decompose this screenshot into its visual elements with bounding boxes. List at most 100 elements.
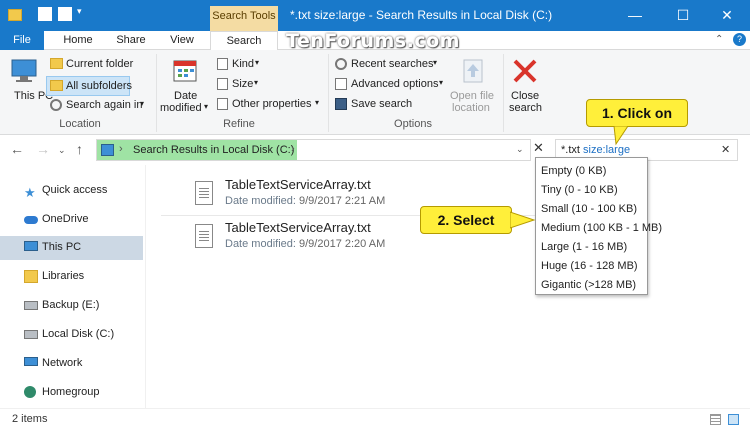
cancel-search-icon[interactable]: ✕	[533, 140, 544, 156]
folders-icon	[50, 80, 63, 91]
computer-icon	[11, 59, 37, 82]
size-option-huge[interactable]: Huge (16 - 128 MB)	[536, 257, 647, 276]
status-bar: 2 items	[0, 408, 750, 430]
drive-icon	[24, 330, 38, 339]
save-search-button[interactable]: Save search	[333, 96, 423, 114]
customize-quick-access-icon[interactable]: ▾	[77, 6, 82, 17]
date-modified-button[interactable]: Date modified ▾	[158, 56, 210, 114]
group-label-location: Location	[59, 118, 101, 130]
network-icon	[24, 357, 38, 366]
text-file-icon	[195, 181, 213, 205]
callout-step-2: 2. Select	[420, 206, 512, 234]
chevron-down-icon: ▾	[140, 99, 145, 108]
collapse-ribbon-icon[interactable]: ⌃	[715, 34, 723, 45]
sidebar-item-homegroup[interactable]: Homegroup	[0, 381, 143, 405]
star-icon: ★	[24, 185, 36, 200]
item-count: 2 items	[12, 413, 48, 425]
address-history-chevron-icon[interactable]: ⌄	[516, 144, 524, 155]
file-date: Date modified: 9/9/2017 2:20 AM	[225, 238, 386, 250]
close-button[interactable]: ✕	[704, 0, 750, 31]
other-properties-button[interactable]: Other properties ▾	[215, 96, 325, 114]
sidebar-item-quick-access[interactable]: ★ Quick access	[0, 179, 143, 203]
large-icons-view-icon[interactable]	[728, 414, 739, 425]
search-results-icon	[101, 144, 114, 156]
size-option-small[interactable]: Small (10 - 100 KB)	[536, 200, 647, 219]
size-option-large[interactable]: Large (1 - 16 MB)	[536, 238, 647, 257]
divider	[328, 54, 329, 132]
kind-button[interactable]: Kind ▾	[215, 56, 265, 74]
divider	[156, 54, 157, 132]
details-view-icon[interactable]	[710, 414, 721, 425]
size-icon	[217, 78, 228, 90]
sidebar-item-libraries[interactable]: Libraries	[0, 265, 143, 289]
folder-icon	[50, 58, 63, 69]
chevron-down-icon: ▾	[204, 102, 209, 111]
all-subfolders-button[interactable]: All subfolders	[46, 76, 132, 96]
recent-searches-button[interactable]: Recent searches ▾	[333, 56, 443, 74]
homegroup-icon	[24, 386, 36, 398]
folder-icon	[8, 9, 22, 21]
file-list: TableTextServiceArray.txt Date modified:…	[147, 165, 750, 408]
sidebar-item-local-disk[interactable]: Local Disk (C:)	[0, 323, 143, 347]
watermark: TenForums.com	[286, 30, 460, 52]
file-date: Date modified: 9/9/2017 2:21 AM	[225, 195, 386, 207]
callout-step-1: 1. Click on	[586, 99, 688, 127]
chevron-down-icon: ▾	[254, 78, 259, 87]
size-option-medium[interactable]: Medium (100 KB - 1 MB)	[536, 219, 662, 238]
minimize-button[interactable]: —	[612, 0, 658, 31]
text-file-icon	[195, 224, 213, 248]
drive-icon	[24, 301, 38, 310]
size-filter-dropdown: Empty (0 KB) Tiny (0 - 10 KB) Small (10 …	[535, 157, 662, 295]
window-title: *.txt size:large - Search Results in Loc…	[290, 8, 553, 22]
recent-locations-chevron-icon[interactable]: ⌄	[58, 145, 66, 156]
sidebar-item-onedrive[interactable]: OneDrive	[0, 208, 143, 232]
size-option-gigantic[interactable]: Gigantic (>128 MB)	[536, 276, 647, 295]
close-search-button[interactable]: Close search	[506, 56, 544, 114]
sidebar-item-backup[interactable]: Backup (E:)	[0, 294, 143, 318]
open-file-location-button[interactable]: Open file location	[448, 56, 498, 114]
advanced-options-icon	[335, 78, 347, 90]
properties-icon[interactable]	[38, 7, 52, 21]
libraries-icon	[24, 270, 38, 283]
sidebar-item-label: Homegroup	[42, 386, 100, 398]
maximize-button[interactable]: ☐	[660, 0, 706, 31]
help-icon[interactable]: ?	[733, 33, 746, 46]
divider	[145, 165, 146, 408]
tab-share[interactable]: Share	[110, 31, 152, 50]
tab-home[interactable]: Home	[56, 31, 100, 50]
tab-search[interactable]: Search	[210, 31, 278, 51]
size-option-tiny[interactable]: Tiny (0 - 10 KB)	[536, 181, 647, 200]
size-button[interactable]: Size ▾	[215, 76, 265, 94]
title-bar: ▾ Search Tools *.txt size:large - Search…	[0, 0, 750, 31]
sidebar-item-label: Network	[42, 357, 83, 369]
current-folder-button[interactable]: Current folder	[48, 56, 138, 74]
file-name: TableTextServiceArray.txt	[225, 220, 371, 235]
save-icon	[335, 98, 347, 110]
search-again-in-button[interactable]: Search again in ▾	[48, 97, 148, 115]
advanced-options-button[interactable]: Advanced options ▾	[333, 76, 448, 94]
search-icon	[50, 99, 62, 111]
this-pc-button[interactable]: This PC	[6, 56, 53, 114]
clear-search-icon[interactable]: ✕	[721, 143, 730, 156]
navigation-pane: ★ Quick access OneDrive This PC Librarie…	[0, 165, 145, 408]
back-button[interactable]: ←	[10, 141, 24, 157]
group-label-options: Options	[394, 118, 432, 130]
sidebar-item-network[interactable]: Network	[0, 352, 143, 376]
sidebar-item-this-pc[interactable]: This PC	[0, 236, 143, 260]
clock-icon	[335, 58, 347, 70]
file-name: TableTextServiceArray.txt	[225, 177, 371, 192]
size-option-empty[interactable]: Empty (0 KB)	[536, 162, 647, 181]
tab-file[interactable]: File	[0, 31, 44, 50]
sidebar-item-label: Quick access	[42, 184, 108, 196]
up-button[interactable]: ↑	[76, 141, 83, 157]
address-bar[interactable]: › Search Results in Local Disk (C:) › ⌄	[96, 139, 531, 161]
forward-button[interactable]: →	[36, 141, 50, 157]
sidebar-item-label: OneDrive	[42, 213, 89, 225]
search-query-text: *.txt	[561, 144, 584, 156]
breadcrumb[interactable]: Search Results in Local Disk (C:)	[133, 144, 294, 156]
search-tools-context-label: Search Tools	[210, 6, 278, 31]
chevron-down-icon: ▾	[255, 58, 260, 67]
tab-view[interactable]: View	[162, 31, 202, 50]
open-file-location-icon	[463, 59, 483, 83]
new-folder-icon[interactable]	[58, 7, 72, 21]
